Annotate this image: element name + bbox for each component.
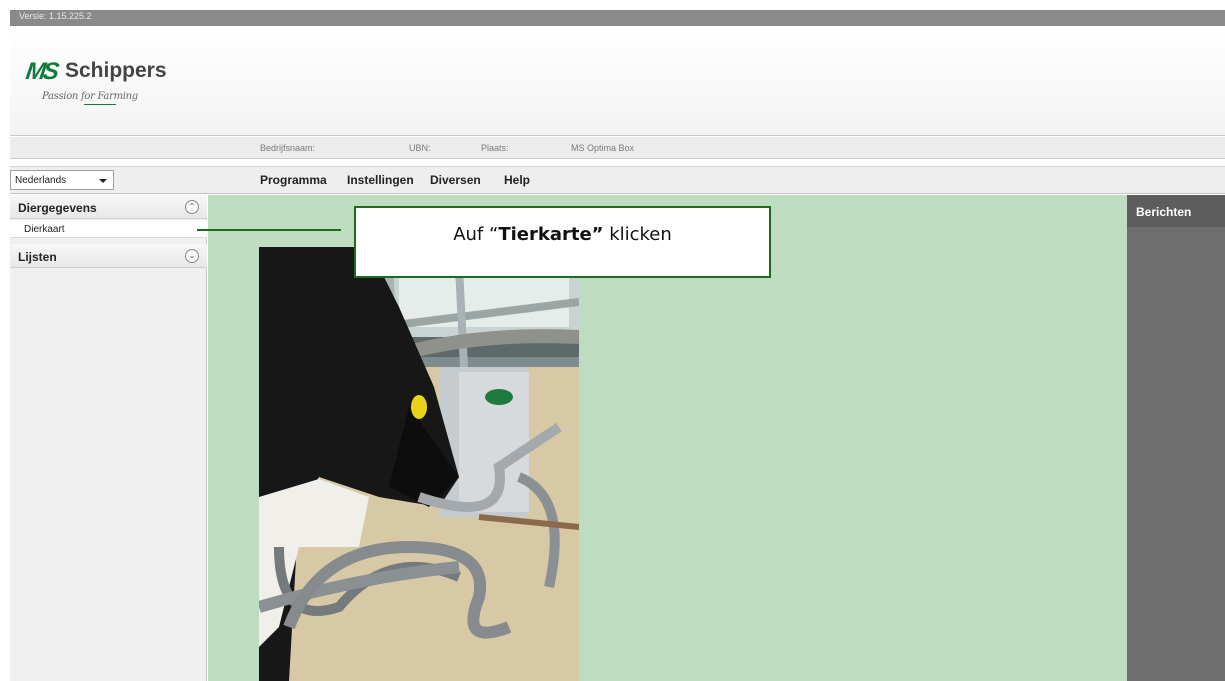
instruction-text: Auf “Tierkarte” klicken bbox=[453, 224, 672, 245]
version-bar: Versie: 1.15.225.2 bbox=[10, 10, 1225, 26]
company-name-label: Bedrijfsnaam: bbox=[260, 143, 316, 153]
app-window: Versie: 1.15.225.2 MS Schippers Passion … bbox=[0, 0, 1225, 681]
company-info-bar: Bedrijfsnaam: UBN: Plaats: MS Optima Box bbox=[10, 137, 1225, 159]
accordion-header-diergegevens[interactable]: Diergegevens ⌃ bbox=[10, 195, 207, 219]
chevron-down-icon[interactable]: ⌄ bbox=[185, 249, 199, 263]
instruction-callout: Auf “Tierkarte” klicken bbox=[354, 206, 771, 278]
nav-bar: Nederlands Programma Instellingen Divers… bbox=[10, 166, 1225, 194]
messages-panel: Berichten bbox=[1127, 195, 1225, 681]
logo-underline bbox=[84, 104, 116, 105]
product-name: MS Optima Box bbox=[571, 143, 635, 153]
dropdown-arrow-icon bbox=[99, 179, 107, 183]
sidebar-item-label: Dierkaart bbox=[24, 224, 65, 235]
logo-tagline: Passion for Farming bbox=[42, 91, 138, 102]
accordion-title: Lijsten bbox=[18, 250, 57, 264]
menu-help[interactable]: Help bbox=[504, 173, 530, 187]
callout-connector-line bbox=[197, 229, 341, 231]
place-label: Plaats: bbox=[481, 143, 509, 153]
menu-programma[interactable]: Programma bbox=[260, 173, 327, 187]
chevron-up-icon[interactable]: ⌃ bbox=[185, 200, 199, 214]
company-logo: MS Schippers Passion for Farming bbox=[18, 54, 188, 124]
cow-feeding-photo bbox=[259, 247, 579, 681]
accordion-title: Diergegevens bbox=[18, 201, 97, 215]
version-text: Versie: 1.15.225.2 bbox=[19, 11, 92, 21]
accordion-header-lijsten[interactable]: Lijsten ⌄ bbox=[10, 244, 207, 268]
language-select-value: Nederlands bbox=[15, 175, 67, 186]
ubn-label: UBN: bbox=[409, 143, 431, 153]
logo-mark: MS bbox=[24, 58, 58, 85]
messages-panel-title: Berichten bbox=[1136, 205, 1192, 219]
menu-diversen[interactable]: Diversen bbox=[430, 173, 481, 187]
logo-name: Schippers bbox=[65, 59, 167, 82]
sidebar: Diergegevens ⌃ Dierkaart Lijsten ⌄ bbox=[10, 195, 207, 681]
header: MS Schippers Passion for Farming bbox=[10, 26, 1225, 136]
language-select[interactable]: Nederlands bbox=[10, 170, 114, 190]
sidebar-item-dierkaart[interactable]: Dierkaart bbox=[10, 220, 207, 238]
menu-instellingen[interactable]: Instellingen bbox=[347, 173, 414, 187]
messages-panel-header: Berichten bbox=[1127, 195, 1225, 227]
